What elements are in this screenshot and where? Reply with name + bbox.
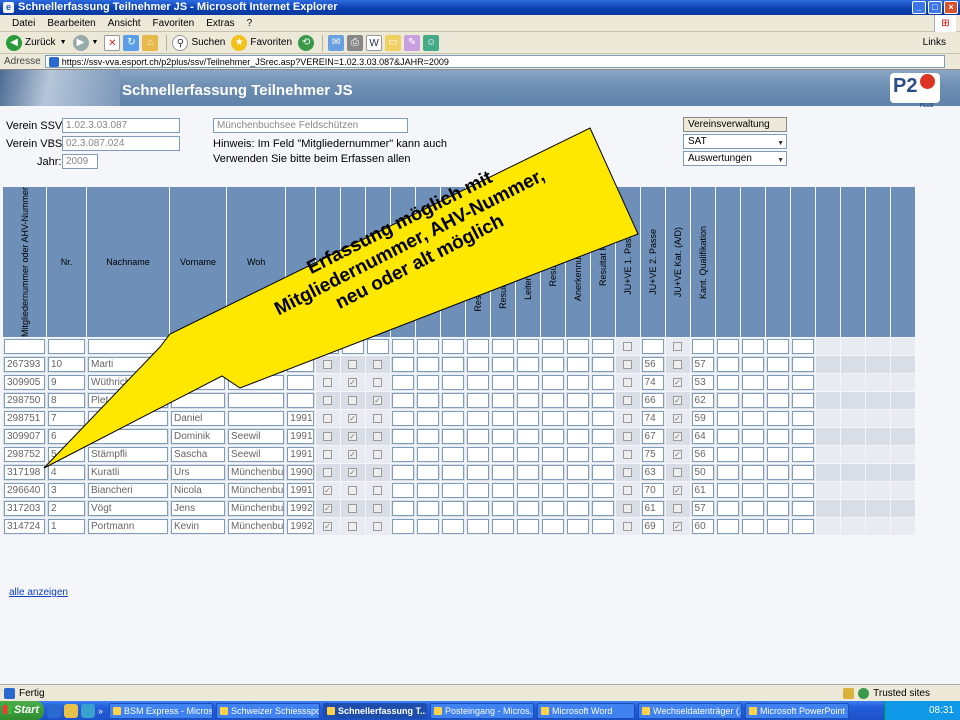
links-bar[interactable]: Links [923,37,946,48]
address-url: https://ssv-vva.esport.ch/p2plus/ssv/Tei… [61,56,449,67]
search-label: Suchen [191,37,226,48]
taskbar-button[interactable]: Posteingang - Micros... [430,702,535,719]
task-list: BSM Express - Micros... Schweizer Schiess… [106,702,850,719]
status-text: Fertig [19,687,45,699]
address-bar: Adresse https://ssv-vva.esport.ch/p2plus… [0,54,960,70]
security-zone: Trusted sites [843,687,930,699]
quicklaunch-desktop-icon[interactable] [81,703,95,718]
back-label: Zurück [25,37,56,48]
maximize-button[interactable]: □ [928,1,942,14]
search-icon: ⚲ [172,34,189,51]
back-arrow-icon: ◀ [6,34,22,51]
search-button[interactable]: ⚲ Suchen [172,34,226,51]
lock-icon [843,687,855,699]
window-titlebar: e Schnellerfassung Teilnehmer JS - Micro… [0,0,960,15]
menu-datei[interactable]: Datei [12,18,35,29]
status-bar: Fertig Trusted sites [0,684,960,701]
taskbar-button[interactable]: Wechseldatenträger (... [638,702,743,719]
chevron-right-icon[interactable]: » [98,706,103,716]
callout-annotation [43,127,639,469]
forward-arrow-icon: ▶ [72,34,89,51]
quicklaunch-outlook-icon[interactable] [64,703,78,718]
folder-icon[interactable]: ▭ [385,34,402,51]
toolbar: ◀ Zurück ▼ ▶ ▼ ✕ ↻ ⌂ ⚲ Suchen ★ Favorite… [0,32,960,54]
trusted-zone-icon [858,687,870,699]
menu-bar: Datei Bearbeiten Ansicht Favoriten Extra… [0,15,960,32]
history-icon[interactable]: ⟲ [298,34,315,51]
menu-favoriten[interactable]: Favoriten [153,18,195,29]
messenger-icon[interactable]: ☺ [423,34,440,51]
taskbar-button[interactable]: Microsoft PowerPoint ... [745,702,850,719]
chevron-down-icon[interactable]: ▼ [92,39,99,46]
page-done-icon [4,687,15,699]
minimize-button[interactable]: _ [912,1,926,14]
star-icon: ★ [231,34,248,51]
taskbar-button[interactable]: Schnellerfassung T... [323,702,428,719]
forward-button[interactable]: ▶ ▼ [72,34,99,51]
chevron-down-icon[interactable]: ▼ [60,39,67,46]
word-edit-icon[interactable]: W [366,34,383,51]
taskbar-button[interactable]: BSM Express - Micros... [109,702,214,719]
home-icon[interactable]: ⌂ [142,34,159,51]
taskbar-button[interactable]: Microsoft Word [537,702,636,719]
start-label: Start [14,704,40,716]
window-title: Schnellerfassung Teilnehmer JS - Microso… [18,1,338,13]
favorites-button[interactable]: ★ Favoriten [231,34,293,51]
clock: 08:31 [928,705,954,716]
toolbar-divider [322,34,324,51]
close-button[interactable]: × [944,1,958,14]
print-icon[interactable]: ⎙ [347,34,364,51]
zone-label: Trusted sites [873,687,930,699]
back-button[interactable]: ◀ Zurück ▼ [6,34,67,51]
windows-logo-icon: ⊞ [934,15,956,32]
address-input[interactable]: https://ssv-vva.esport.ch/p2plus/ssv/Tei… [44,55,945,68]
stop-icon[interactable]: ✕ [104,34,121,51]
system-tray: 08:31 [884,701,960,720]
page-icon [48,56,59,67]
menu-extras[interactable]: Extras [206,18,234,29]
mail-icon[interactable]: ✉ [328,34,345,51]
menu-help[interactable]: ? [247,18,253,29]
start-button[interactable]: Start [0,701,44,720]
taskbar: Start » BSM Express - Micros... Schweizer… [0,701,960,720]
menu-bearbeiten[interactable]: Bearbeiten [47,18,95,29]
menu-ansicht[interactable]: Ansicht [108,18,141,29]
toolbar-divider [166,34,168,51]
research-icon[interactable]: ✎ [404,34,421,51]
ie-icon: e [3,2,14,13]
taskbar-button[interactable]: Schweizer Schiessspo... [216,702,321,719]
quicklaunch-ie-icon[interactable] [47,703,61,718]
page-content: Schnellerfassung Teilnehmer JS P2 PLUS Ve… [0,70,960,684]
refresh-icon[interactable]: ↻ [123,34,140,51]
favorites-label: Favoriten [250,37,293,48]
address-label: Adresse [4,56,41,67]
